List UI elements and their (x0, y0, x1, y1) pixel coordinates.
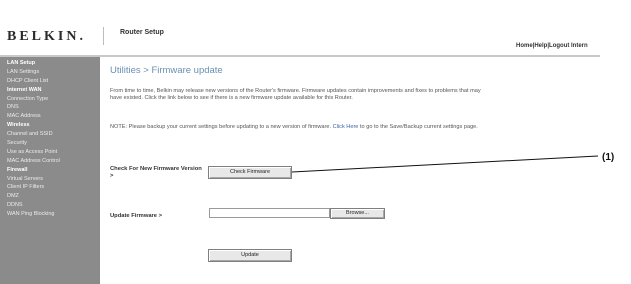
callout-label: (1) (602, 152, 615, 163)
callout-leader-line (291, 155, 599, 173)
